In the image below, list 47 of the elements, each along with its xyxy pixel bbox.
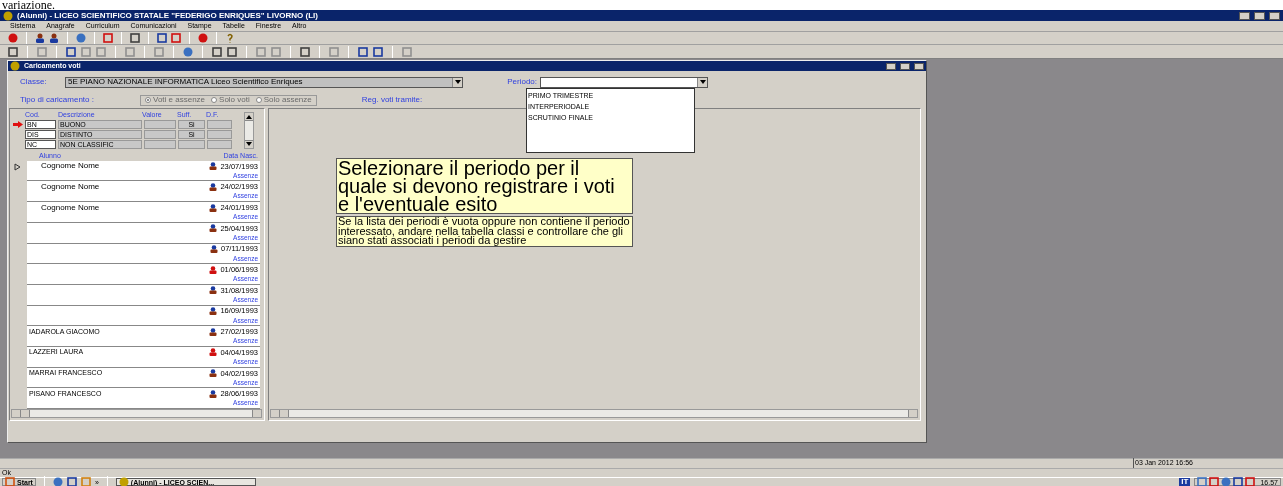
person-icon: [209, 182, 218, 191]
person-icon: [209, 203, 218, 212]
person-icon[interactable]: [35, 33, 45, 43]
horizontal-scrollbar[interactable]: [11, 409, 262, 418]
app-icon[interactable]: [3, 10, 13, 21]
radio-option[interactable]: Solo voti: [211, 94, 250, 106]
window-title: (Alunni) - LICEO SCIENTIFICO STATALE "FEDERIGO ENRIQUES" LIVORNO (LI): [17, 9, 319, 22]
student-name: Cognome Nome: [40, 160, 100, 173]
table-cell: [178, 139, 205, 149]
app-icon[interactable]: [10, 61, 20, 71]
document-text: variazione.: [1, 0, 56, 10]
radio-option[interactable]: Solo assenze: [255, 94, 312, 106]
student-name: Cognome Nome: [40, 201, 100, 214]
hint-text: Se la lista dei periodi è vuota oppure non contiene il periodo interessato, andare nella tabella classi e controllare che gli siano stati associati i periodi da gestire: [336, 216, 633, 247]
class-dropdown[interactable]: 5E PIANO NAZIONALE INFORMATICA Liceo Scientifico Enriques: [65, 76, 463, 88]
table-cell: [144, 139, 176, 149]
field-label: Tipo di caricamento :: [20, 94, 95, 106]
hint-title: Selezionare il periodo per il quale si devono registrare i voti e l'eventuale esito: [336, 158, 633, 214]
person-icon: [209, 348, 218, 357]
radio-option[interactable]: Voti e assenze: [145, 94, 206, 106]
dropdown-arrow-icon: [698, 78, 707, 86]
app-icon[interactable]: [118, 477, 129, 486]
field-label: Reg. voti tramite:: [361, 94, 423, 106]
horizontal-scrollbar[interactable]: [270, 409, 918, 418]
person-icon: [209, 286, 218, 295]
table-cell: [207, 119, 232, 129]
person-icon: [210, 245, 218, 253]
person-icon: [209, 369, 218, 378]
field-label: Periodo:: [506, 76, 538, 88]
person-icon: [209, 265, 218, 274]
person-icon: [209, 162, 218, 171]
person-icon[interactable]: [49, 33, 59, 43]
person-icon: [209, 327, 218, 336]
person-icon: [209, 307, 218, 316]
table-cell: [207, 139, 232, 149]
scrollbar[interactable]: [244, 112, 254, 149]
person-icon: [209, 389, 218, 398]
table-cell: [207, 129, 232, 139]
table-cell: [144, 119, 176, 129]
dropdown-arrow-icon: [453, 78, 462, 86]
period-dropdown[interactable]: [540, 76, 708, 88]
person-icon: [209, 224, 218, 233]
language-indicator[interactable]: IT: [1179, 478, 1191, 486]
field-label: Classe:: [20, 76, 48, 88]
question-mark-icon[interactable]: [225, 33, 235, 43]
student-name: Cognome Nome: [40, 180, 100, 193]
table-cell: [144, 129, 176, 139]
